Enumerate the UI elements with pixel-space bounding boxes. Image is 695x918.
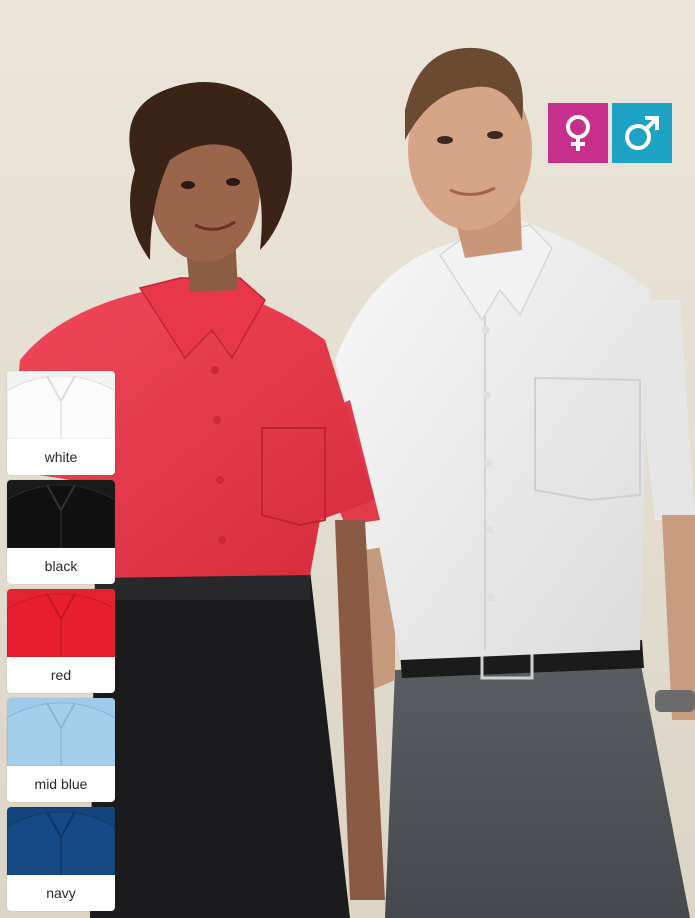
swatch-red[interactable]: red xyxy=(7,589,115,693)
shirt-thumbnail-white xyxy=(7,371,115,439)
swatch-label: navy xyxy=(46,885,76,901)
shirt-thumbnail-black xyxy=(7,480,115,548)
shirt-thumbnail-navy xyxy=(7,807,115,875)
swatch-label: red xyxy=(50,667,72,683)
female-symbol-icon xyxy=(548,103,608,163)
swatch-mid-blue[interactable]: mid blue xyxy=(7,698,115,802)
male-symbol-icon xyxy=(612,103,672,163)
swatch-label: black xyxy=(44,558,78,574)
swatch-white[interactable]: white xyxy=(7,371,115,475)
swatch-navy[interactable]: navy xyxy=(7,807,115,911)
swatch-label: mid blue xyxy=(34,776,88,792)
shirt-thumbnail-mid-blue xyxy=(7,698,115,766)
shirt-thumbnail-red xyxy=(7,589,115,657)
swatch-black[interactable]: black xyxy=(7,480,115,584)
swatch-label: white xyxy=(44,449,78,465)
